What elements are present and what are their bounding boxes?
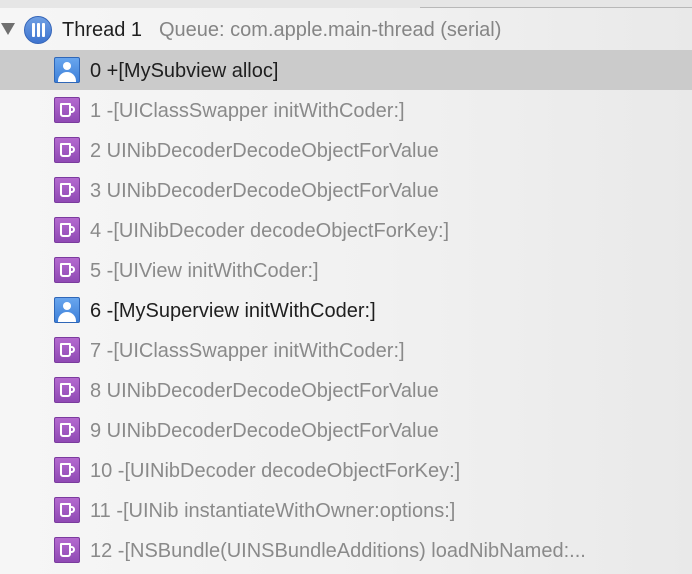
user-code-icon [54,297,80,323]
stack-frame-label: 7 -[UIClassSwapper initWithCoder:] [90,340,405,362]
stack-frame-row[interactable]: 11 -[UINib instantiateWithOwner:options:… [0,490,692,530]
stack-frame-row[interactable]: 10 -[UINibDecoder decodeObjectForKey:] [0,450,692,490]
stack-frame-row[interactable]: 8 UINibDecoderDecodeObjectForValue [0,370,692,410]
stack-frame-label: 2 UINibDecoderDecodeObjectForValue [90,140,439,162]
stack-frame-label: 9 UINibDecoderDecodeObjectForValue [90,420,439,442]
top-divider [420,7,692,8]
debug-navigator: Thread 1 Queue: com.apple.main-thread (s… [0,0,692,574]
user-code-icon [54,57,80,83]
system-library-icon [54,257,80,283]
stack-frame-row[interactable]: 1 -[UIClassSwapper initWithCoder:] [0,90,692,130]
stack-frame-row[interactable]: 0 +[MySubview alloc] [0,50,692,90]
stack-frame-row[interactable]: 7 -[UIClassSwapper initWithCoder:] [0,330,692,370]
system-library-icon [54,417,80,443]
stack-frame-label: 8 UINibDecoderDecodeObjectForValue [90,380,439,402]
stack-frame-row[interactable]: 6 -[MySuperview initWithCoder:] [0,290,692,330]
system-library-icon [54,497,80,523]
system-library-icon [54,177,80,203]
system-library-icon [54,457,80,483]
stack-frame-list: 0 +[MySubview alloc] 1 -[UIClassSwapper i… [0,50,692,574]
thread-row[interactable]: Thread 1 Queue: com.apple.main-thread (s… [0,10,692,50]
system-library-icon [54,537,80,563]
stack-frame-label: 3 UINibDecoderDecodeObjectForValue [90,180,439,202]
stack-frame-row[interactable]: 9 UINibDecoderDecodeObjectForValue [0,410,692,450]
stack-frame-row[interactable]: 3 UINibDecoderDecodeObjectForValue [0,170,692,210]
stack-frame-label: 4 -[UINibDecoder decodeObjectForKey:] [90,220,450,242]
stack-frame-row[interactable]: 2 UINibDecoderDecodeObjectForValue [0,130,692,170]
stack-frame-label: 10 -[UINibDecoder decodeObjectForKey:] [90,460,461,482]
stack-frame-label: 6 -[MySuperview initWithCoder:] [90,300,376,322]
stack-frame-label: 1 -[UIClassSwapper initWithCoder:] [90,100,405,122]
thread-title: Thread 1 [62,19,143,41]
system-library-icon [54,337,80,363]
disclosure-triangle-icon[interactable] [1,23,15,35]
thread-queue-label: Queue: com.apple.main-thread (serial) [159,19,502,41]
system-library-icon [54,137,80,163]
stack-frame-row[interactable]: 4 -[UINibDecoder decodeObjectForKey:] [0,210,692,250]
stack-frame-row[interactable]: 12 -[NSBundle(UINSBundleAdditions) loadN… [0,530,692,570]
stack-frame-row[interactable]: 5 -[UIView initWithCoder:] [0,250,692,290]
stack-frame-label: 0 +[MySubview alloc] [90,60,279,82]
thread-icon [24,16,52,44]
stack-frame-label: 5 -[UIView initWithCoder:] [90,260,319,282]
stack-frame-label: 12 -[NSBundle(UINSBundleAdditions) loadN… [90,540,586,562]
system-library-icon [54,217,80,243]
system-library-icon [54,377,80,403]
system-library-icon [54,97,80,123]
stack-frame-label: 11 -[UINib instantiateWithOwner:options:… [90,500,456,522]
